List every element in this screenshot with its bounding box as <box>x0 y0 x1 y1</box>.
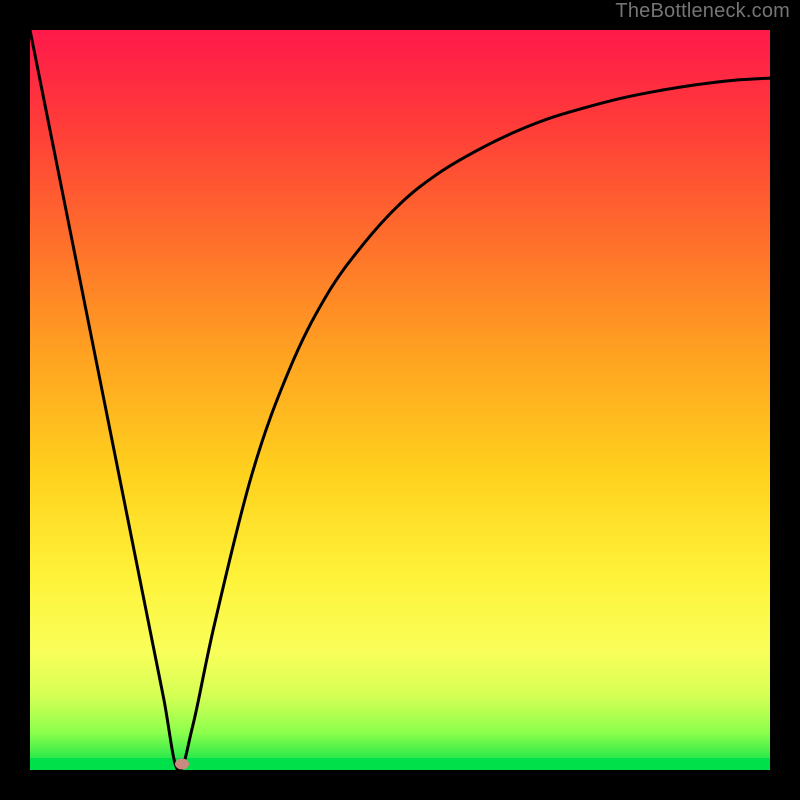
attribution-text: TheBottleneck.com <box>615 0 790 23</box>
optimum-marker-icon <box>175 759 189 770</box>
curve-layer <box>30 30 770 770</box>
bottleneck-curve <box>30 30 770 770</box>
plot-area <box>30 30 770 770</box>
chart-frame: TheBottleneck.com <box>0 0 800 800</box>
